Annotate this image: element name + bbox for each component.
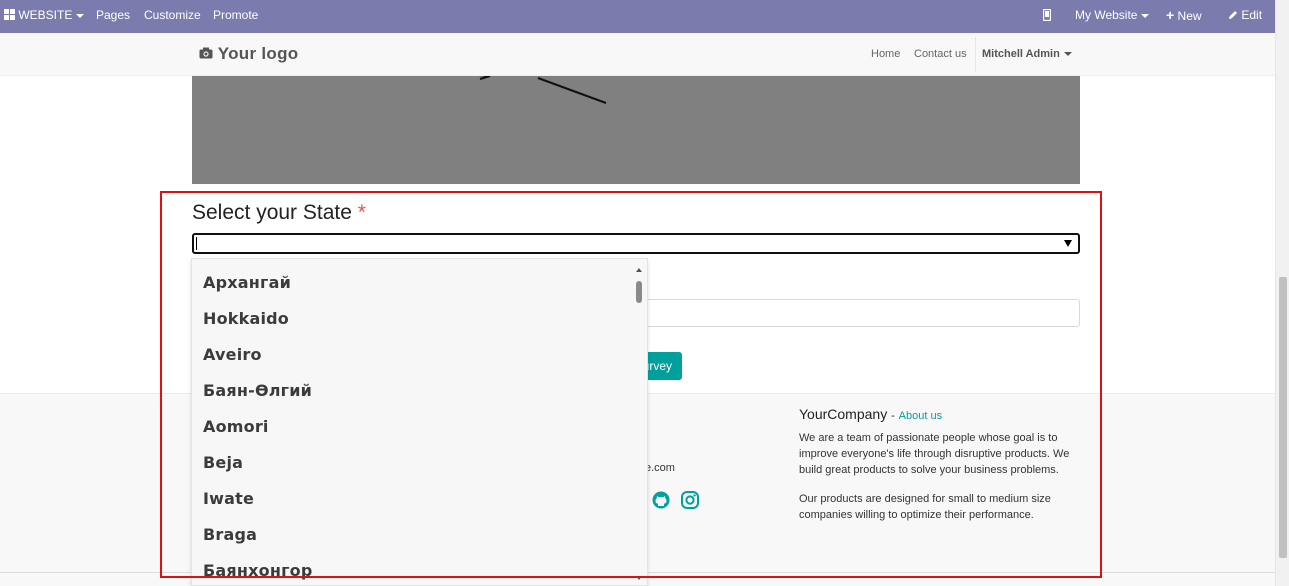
list-item[interactable]: Архангай — [203, 273, 291, 292]
website-admin-bar: WEBSITE Pages Customize Promote My Websi… — [0, 0, 1275, 33]
answer-text-input[interactable] — [640, 299, 1080, 327]
state-select[interactable] — [192, 233, 1080, 254]
user-menu[interactable]: Mitchell Admin — [975, 37, 1072, 72]
dropdown-scroll-thumb[interactable] — [636, 281, 642, 303]
user-name: Mitchell Admin — [982, 48, 1060, 60]
question-title-text: Select your State — [192, 201, 352, 224]
hero-sketch-lines — [479, 76, 607, 104]
hero-image — [192, 76, 1080, 184]
about-us-link[interactable]: About us — [899, 410, 942, 422]
pencil-icon — [1229, 11, 1237, 19]
apps-grid-icon — [4, 9, 15, 20]
pages-menu[interactable]: Pages — [96, 0, 130, 33]
mobile-preview-button[interactable] — [1042, 0, 1052, 33]
github-icon[interactable] — [651, 490, 671, 510]
website-menu[interactable]: WEBSITE — [4, 0, 85, 33]
required-mark: * — [357, 201, 366, 224]
page-scroll-thumb[interactable] — [1279, 277, 1287, 558]
website-menu-label: WEBSITE — [18, 8, 73, 22]
list-item[interactable]: Hokkaido — [203, 309, 289, 328]
edit-label: Edit — [1241, 8, 1263, 22]
list-item[interactable]: Баян-Өлгий — [203, 381, 312, 400]
list-item[interactable]: Aveiro — [203, 345, 262, 364]
list-item[interactable]: Aomori — [203, 417, 269, 436]
scroll-up-arrow-icon[interactable] — [636, 268, 642, 272]
page-scrollbar[interactable] — [1275, 0, 1289, 586]
question-title: Select your State * — [192, 201, 366, 225]
my-website-label: My Website — [1075, 8, 1138, 22]
edit-button[interactable]: Edit — [1228, 0, 1262, 33]
company-products-text: Our products are designed for small to m… — [799, 493, 1051, 521]
list-item[interactable]: Iwate — [203, 489, 254, 508]
caret-down-icon — [76, 13, 85, 18]
caret-down-icon — [1063, 52, 1072, 57]
promote-menu[interactable]: Promote — [213, 0, 258, 33]
site-navbar: Your logo Home Contact us Mitchell Admin — [0, 33, 1275, 76]
nav-link-home[interactable]: Home — [871, 48, 900, 60]
new-label: New — [1177, 9, 1202, 23]
company-name: YourCompany — [799, 406, 888, 422]
scroll-down-arrow-icon[interactable] — [636, 576, 642, 580]
text-cursor — [196, 237, 197, 250]
footer-email-link[interactable]: e.com — [645, 462, 675, 474]
caret-down-icon — [1141, 13, 1150, 18]
plus-icon: + — [1166, 7, 1175, 23]
my-website-menu[interactable]: My Website — [1075, 0, 1150, 33]
company-description: We are a team of passionate people whose… — [799, 432, 1070, 476]
logo-text: Your logo — [217, 44, 299, 63]
list-item[interactable]: Beja — [203, 453, 243, 472]
instagram-icon[interactable] — [680, 490, 700, 510]
camera-icon — [199, 47, 213, 59]
dropdown-arrow-icon[interactable] — [1064, 240, 1072, 247]
mobile-phone-icon — [1042, 8, 1052, 22]
list-item[interactable]: Баянхонгор — [203, 561, 313, 580]
site-logo[interactable]: Your logo — [199, 44, 298, 64]
new-content-button[interactable]: + New — [1166, 0, 1202, 33]
about-separator: - — [891, 410, 895, 422]
list-item[interactable]: Braga — [203, 525, 257, 544]
state-dropdown-list[interactable]: Архангай Hokkaido Aveiro Баян-Өлгий Aomo… — [191, 258, 648, 586]
company-heading: YourCompany - About us — [799, 406, 942, 422]
nav-link-contact-us[interactable]: Contact us — [914, 48, 967, 60]
customize-menu[interactable]: Customize — [144, 0, 201, 33]
